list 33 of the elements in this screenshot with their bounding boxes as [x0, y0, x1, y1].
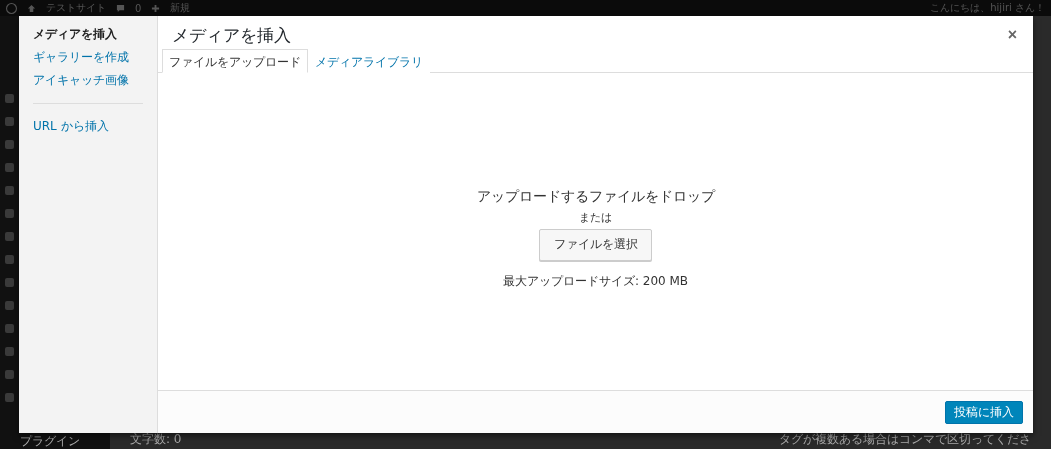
- menu-icon[interactable]: [5, 301, 14, 310]
- sidebar-item[interactable]: メディアを挿入: [33, 26, 143, 43]
- menu-icon[interactable]: [5, 347, 14, 356]
- sidebar-item[interactable]: URL から挿入: [33, 118, 143, 135]
- menu-icon[interactable]: [5, 255, 14, 264]
- modal-title: メディアを挿入: [172, 23, 291, 47]
- menu-icon[interactable]: [5, 324, 14, 333]
- menu-icon[interactable]: [5, 163, 14, 172]
- menu-icon[interactable]: [5, 393, 14, 402]
- insert-button[interactable]: 投稿に挿入: [945, 400, 1023, 424]
- drop-heading: アップロードするファイルをドロップ: [476, 187, 715, 206]
- menu-icon[interactable]: [5, 232, 14, 241]
- menu-icon[interactable]: [5, 209, 14, 218]
- menu-item[interactable]: プラグイン: [0, 433, 110, 449]
- select-files-button[interactable]: ファイルを選択: [539, 228, 652, 261]
- sidebar-item[interactable]: ギャラリーを作成: [33, 49, 143, 66]
- plus-icon: [151, 3, 161, 13]
- sidebar-item[interactable]: アイキャッチ画像: [33, 72, 143, 89]
- menu-icon[interactable]: [5, 370, 14, 379]
- comment-icon: [116, 3, 125, 13]
- comment-count[interactable]: 0: [135, 2, 142, 14]
- menu-icon[interactable]: [5, 140, 14, 149]
- menu-icon[interactable]: [5, 94, 14, 103]
- or-text: または: [579, 209, 612, 225]
- new-link[interactable]: 新規: [170, 1, 191, 15]
- menu-icon[interactable]: [5, 278, 14, 287]
- menu-icon[interactable]: [5, 117, 14, 126]
- menu-icon[interactable]: [5, 186, 14, 195]
- word-count: 文字数: 0: [129, 431, 183, 448]
- tag-hint: タグが複数ある場合はコンマで区切ってくださ: [778, 431, 1032, 448]
- max-upload-size: 最大アップロードサイズ: 200 MB: [502, 272, 689, 290]
- close-button[interactable]: ×: [1003, 26, 1021, 44]
- tab[interactable]: ファイルをアップロード: [162, 49, 308, 73]
